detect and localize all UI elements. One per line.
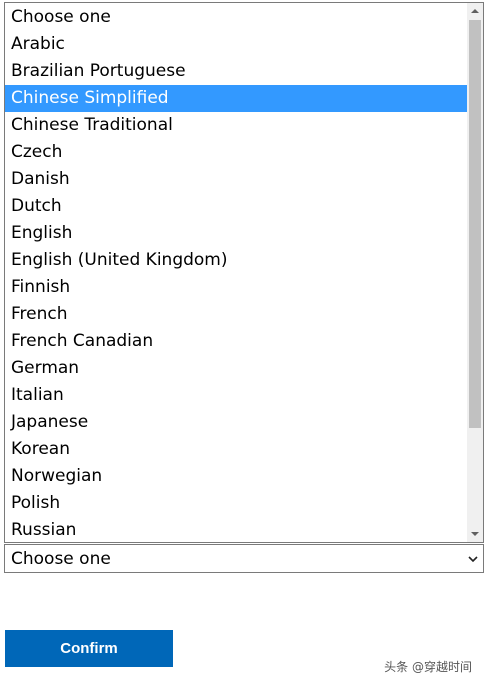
option-chinese-traditional[interactable]: Chinese Traditional	[5, 112, 468, 139]
scroll-down-arrow-icon[interactable]	[467, 526, 483, 542]
option-choose-one[interactable]: Choose one	[5, 4, 468, 31]
option-czech[interactable]: Czech	[5, 139, 468, 166]
option-german[interactable]: German	[5, 355, 468, 382]
option-french[interactable]: French	[5, 301, 468, 328]
confirm-button[interactable]: Confirm	[5, 630, 173, 667]
option-italian[interactable]: Italian	[5, 382, 468, 409]
option-arabic[interactable]: Arabic	[5, 31, 468, 58]
option-russian[interactable]: Russian	[5, 517, 468, 542]
option-dutch[interactable]: Dutch	[5, 193, 468, 220]
option-english[interactable]: English	[5, 220, 468, 247]
option-finnish[interactable]: Finnish	[5, 274, 468, 301]
option-english-uk[interactable]: English (United Kingdom)	[5, 247, 468, 274]
language-listbox[interactable]: Choose one Arabic Brazilian Portuguese C…	[4, 2, 484, 543]
option-korean[interactable]: Korean	[5, 436, 468, 463]
watermark-text: 头条 @穿越时间	[384, 660, 472, 674]
scrollbar-thumb[interactable]	[469, 20, 481, 428]
option-polish[interactable]: Polish	[5, 490, 468, 517]
option-chinese-simplified[interactable]: Chinese Simplified	[5, 85, 468, 112]
listbox-scrollbar[interactable]	[467, 3, 483, 542]
option-french-canadian[interactable]: French Canadian	[5, 328, 468, 355]
option-japanese[interactable]: Japanese	[5, 409, 468, 436]
language-selection-page: Choose one Arabic Brazilian Portuguese C…	[0, 0, 484, 685]
language-options: Choose one Arabic Brazilian Portuguese C…	[5, 4, 468, 542]
select-current-value: Choose one	[11, 549, 111, 569]
option-danish[interactable]: Danish	[5, 166, 468, 193]
option-norwegian[interactable]: Norwegian	[5, 463, 468, 490]
scroll-up-arrow-icon[interactable]	[467, 3, 483, 19]
language-select[interactable]: Choose one	[4, 544, 484, 573]
chevron-down-icon	[468, 556, 478, 563]
option-brazilian-portuguese[interactable]: Brazilian Portuguese	[5, 58, 468, 85]
